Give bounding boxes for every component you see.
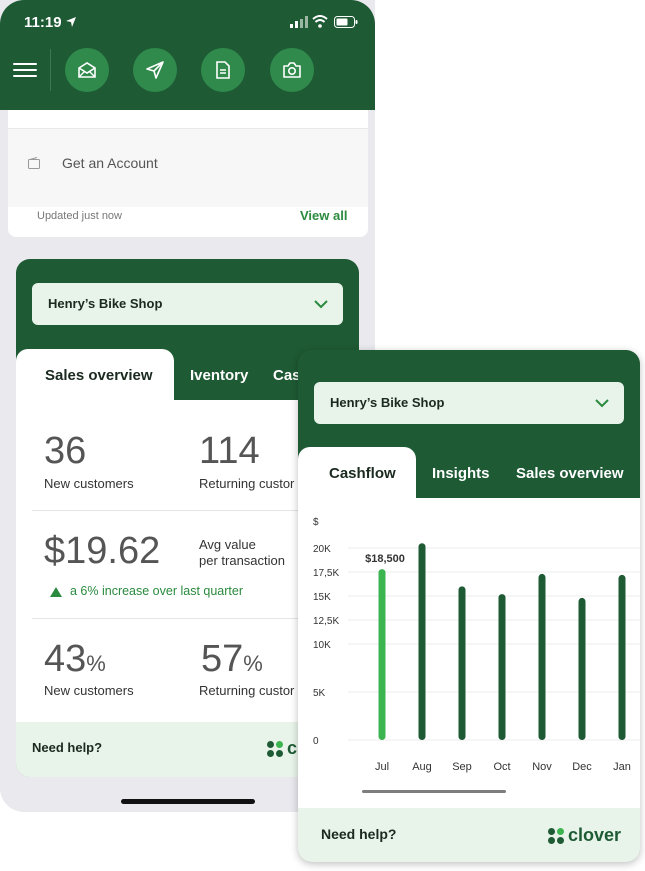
- x-tick-label: Oct: [493, 761, 510, 773]
- battery-icon: [334, 16, 358, 28]
- camera-button[interactable]: [270, 48, 314, 92]
- new-customers-label: New customers: [44, 476, 134, 491]
- returning-customers-pct-label: Returning custor: [199, 683, 295, 698]
- document-button[interactable]: [201, 48, 245, 92]
- clover-logo: cl: [266, 738, 302, 759]
- returning-pct-number: 57: [201, 638, 244, 680]
- cashflow-chart: 0 5K 10K 12,5K 15K 17,5K 20K $ Jul $18,500 Aug Sep O…: [313, 517, 640, 773]
- new-pct-number: 43: [44, 638, 87, 680]
- shop-name: Henry’s Bike Shop: [48, 296, 163, 311]
- new-pct-unit: %: [86, 651, 106, 676]
- new-customers-value: 36: [44, 430, 87, 472]
- tab-insights[interactable]: Insights: [432, 465, 490, 482]
- signal-icon: [290, 16, 308, 28]
- returning-customers-value: 114: [199, 430, 260, 472]
- chart-bar: [458, 586, 466, 740]
- increase-text: a 6% increase over last quarter: [70, 584, 244, 598]
- chart-bar: [618, 574, 626, 740]
- send-icon: [146, 61, 164, 79]
- shop-selector[interactable]: Henry’s Bike Shop: [32, 283, 343, 325]
- tab-cashflow-partial[interactable]: Cas: [273, 367, 301, 384]
- x-tick-label: Nov: [532, 761, 552, 773]
- updated-text: Updated just now: [37, 210, 122, 222]
- chart-bar: [538, 573, 546, 740]
- y-tick-label: 17,5K: [313, 568, 339, 579]
- mail-dollar-button[interactable]: [65, 48, 109, 92]
- y-tick-label: 0: [313, 736, 319, 747]
- home-indicator: [121, 799, 255, 804]
- get-account-label: Get an Account: [62, 155, 158, 171]
- hamburger-menu-icon[interactable]: [13, 60, 37, 80]
- clover-logo: clover: [547, 825, 621, 846]
- view-all-link[interactable]: View all: [300, 208, 347, 223]
- chart-bar: [378, 569, 386, 740]
- status-time: 11:19: [24, 14, 62, 31]
- wallet-icon: [28, 157, 40, 169]
- divider: [32, 510, 322, 511]
- cashflow-chart-area: 0 5K 10K 12,5K 15K 17,5K 20K $ Jul $18,500 Aug Sep O…: [298, 498, 640, 862]
- camera-icon: [283, 62, 301, 78]
- shop-selector[interactable]: Henry’s Bike Shop: [314, 382, 624, 424]
- tab-sales-overview[interactable]: Sales overview: [516, 465, 624, 482]
- tab-cashflow[interactable]: Cashflow: [298, 447, 416, 499]
- avg-label-line2: per transaction: [199, 553, 285, 568]
- avg-value: $19.62: [44, 530, 161, 572]
- header-divider: [50, 49, 51, 91]
- y-tick-label: 20K: [313, 544, 331, 555]
- chart-bar: [418, 543, 426, 740]
- help-bar[interactable]: Need help? clover: [298, 808, 640, 862]
- chart-bar: [498, 594, 506, 740]
- returning-customers-pct: 57%: [201, 638, 263, 681]
- location-arrow-icon: [66, 17, 76, 27]
- increase-arrow-icon: [50, 587, 62, 597]
- x-tick-label: Sep: [452, 761, 472, 773]
- divider: [32, 618, 322, 619]
- x-tick-label: Dec: [572, 761, 592, 773]
- y-axis-label: $: [313, 517, 319, 528]
- chart-bar: [578, 597, 586, 740]
- returning-pct-unit: %: [243, 651, 263, 676]
- chevron-down-icon: [314, 300, 328, 309]
- clover-leaf-icon: [267, 740, 283, 757]
- y-tick-label: 10K: [313, 640, 331, 651]
- wifi-icon: [312, 15, 328, 28]
- avg-label-line1: Avg value: [199, 537, 256, 552]
- y-tick-label: 12,5K: [313, 616, 339, 627]
- shop-name: Henry’s Bike Shop: [330, 395, 445, 410]
- clover-wordmark: clover: [568, 825, 622, 845]
- x-tick-label: Jan: [613, 761, 631, 773]
- chevron-down-icon: [595, 399, 609, 408]
- new-customers-pct-label: New customers: [44, 683, 134, 698]
- need-help-text: Need help?: [32, 740, 103, 755]
- x-tick-label: Jul: [375, 761, 389, 773]
- account-card: Get an Account Updated just now View all: [8, 110, 368, 237]
- tab-label: Sales overview: [45, 367, 153, 384]
- horizontal-scrollbar[interactable]: [362, 790, 506, 793]
- data-label: $18,500: [365, 553, 405, 565]
- tab-sales-overview[interactable]: Sales overview: [16, 349, 174, 401]
- y-tick-label: 15K: [313, 592, 331, 603]
- get-account-item[interactable]: Get an Account: [8, 128, 368, 207]
- y-tick-label: 5K: [313, 688, 326, 699]
- returning-customers-label: Returning custor: [199, 476, 295, 491]
- x-tick-label: Aug: [412, 761, 432, 773]
- send-button[interactable]: [133, 48, 177, 92]
- clover-leaf-icon: [548, 827, 564, 844]
- tab-label: Cashflow: [329, 465, 396, 482]
- app-header: 11:19: [0, 0, 375, 110]
- tab-inventory[interactable]: Iventory: [190, 367, 248, 384]
- new-customers-pct: 43%: [44, 638, 106, 681]
- need-help-text: Need help?: [321, 826, 397, 842]
- document-icon: [216, 61, 230, 79]
- mail-dollar-icon: [78, 62, 96, 78]
- cashflow-card: Henry’s Bike Shop Cashflow Insights Sale…: [298, 350, 640, 862]
